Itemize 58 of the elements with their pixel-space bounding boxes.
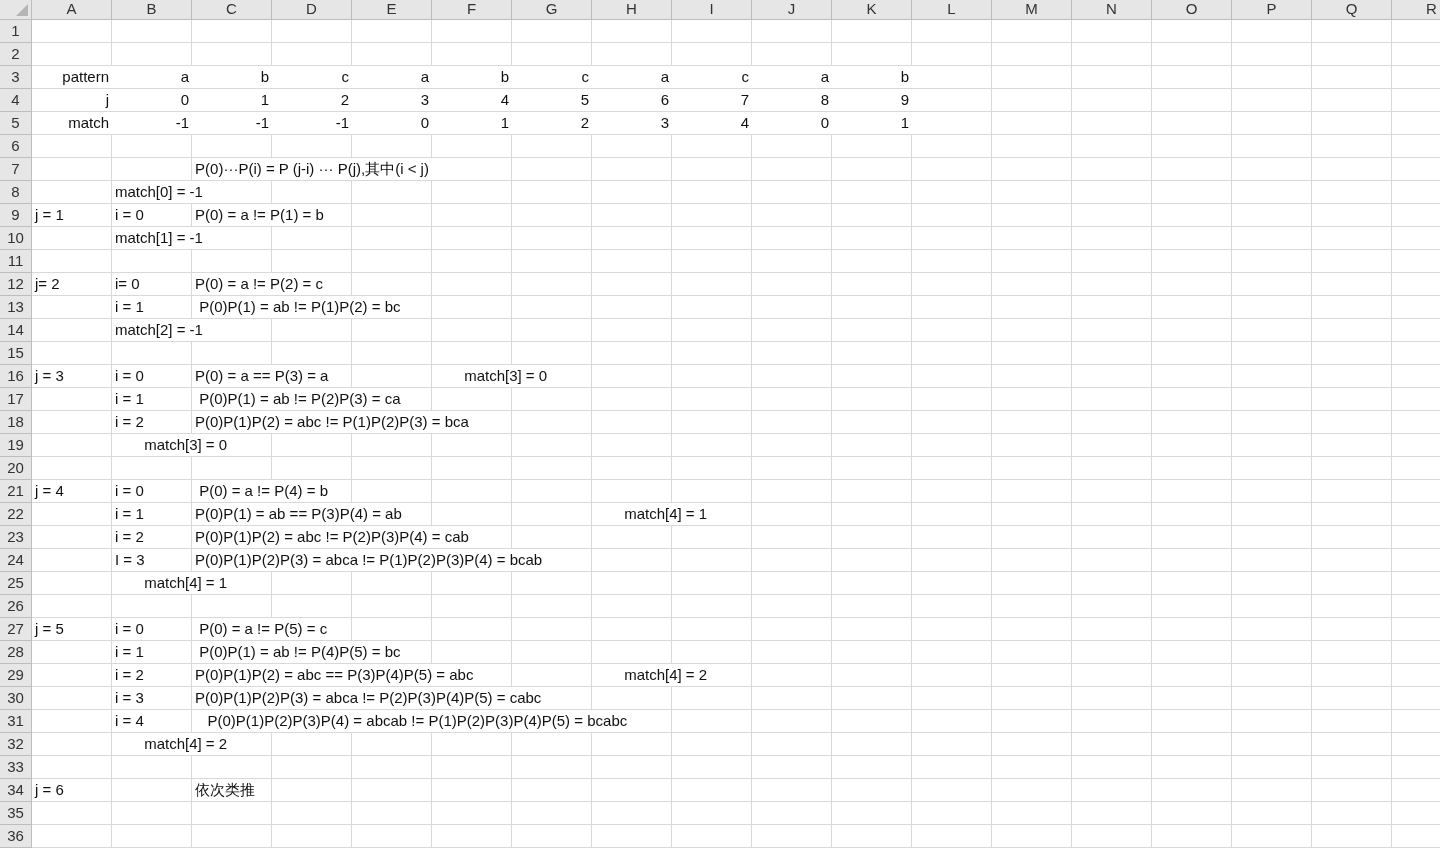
column-header[interactable]: N [1072, 0, 1152, 20]
row-header[interactable]: 2 [0, 43, 32, 66]
row-header[interactable]: 18 [0, 411, 32, 434]
cell-text: j [102, 89, 112, 111]
row-header[interactable]: 19 [0, 434, 32, 457]
column-header[interactable]: A [32, 0, 112, 20]
cell-text: 依次类推 [192, 779, 258, 801]
column-header[interactable]: I [672, 0, 752, 20]
row-header[interactable]: 8 [0, 181, 32, 204]
row-header[interactable]: 16 [0, 365, 32, 388]
row-header[interactable]: 12 [0, 273, 32, 296]
select-all-corner[interactable] [0, 0, 32, 20]
row-header[interactable]: 14 [0, 319, 32, 342]
row-header[interactable]: 13 [0, 296, 32, 319]
row-header[interactable]: 10 [0, 227, 32, 250]
row-header[interactable]: 4 [0, 89, 32, 112]
row-header[interactable]: 26 [0, 595, 32, 618]
row-header[interactable]: 36 [0, 825, 32, 848]
row-header[interactable]: 20 [0, 457, 32, 480]
row-header[interactable]: 1 [0, 20, 32, 43]
row-header[interactable]: 28 [0, 641, 32, 664]
column-header[interactable]: P [1232, 0, 1312, 20]
row-header[interactable]: 3 [0, 66, 32, 89]
row-header[interactable]: 27 [0, 618, 32, 641]
column-header[interactable]: C [192, 0, 272, 20]
row-header[interactable]: 23 [0, 526, 32, 549]
column-header[interactable]: L [912, 0, 992, 20]
row-header[interactable]: 31 [0, 710, 32, 733]
row-header[interactable]: 7 [0, 158, 32, 181]
row-header[interactable]: 9 [0, 204, 32, 227]
row-header[interactable]: 17 [0, 388, 32, 411]
corner-triangle-icon [16, 4, 28, 16]
row-header[interactable]: 33 [0, 756, 32, 779]
column-header[interactable]: G [512, 0, 592, 20]
row-header[interactable]: 30 [0, 687, 32, 710]
row-header[interactable]: 24 [0, 549, 32, 572]
row-header[interactable]: 11 [0, 250, 32, 273]
row-header[interactable]: 6 [0, 135, 32, 158]
column-header[interactable]: R [1392, 0, 1440, 20]
row-header[interactable]: 15 [0, 342, 32, 365]
row-header[interactable]: 22 [0, 503, 32, 526]
row-header[interactable]: 34 [0, 779, 32, 802]
column-header[interactable]: Q [1312, 0, 1392, 20]
row-header[interactable]: 29 [0, 664, 32, 687]
column-header[interactable]: F [432, 0, 512, 20]
row-header[interactable]: 5 [0, 112, 32, 135]
column-header[interactable]: B [112, 0, 192, 20]
row-header[interactable]: 21 [0, 480, 32, 503]
column-header[interactable]: H [592, 0, 672, 20]
column-header[interactable]: O [1152, 0, 1232, 20]
column-header[interactable]: J [752, 0, 832, 20]
row-header[interactable]: 32 [0, 733, 32, 756]
column-header[interactable]: M [992, 0, 1072, 20]
column-header[interactable]: E [352, 0, 432, 20]
column-header[interactable]: K [832, 0, 912, 20]
column-header[interactable]: D [272, 0, 352, 20]
row-header[interactable]: 25 [0, 572, 32, 595]
row-header[interactable]: 35 [0, 802, 32, 825]
